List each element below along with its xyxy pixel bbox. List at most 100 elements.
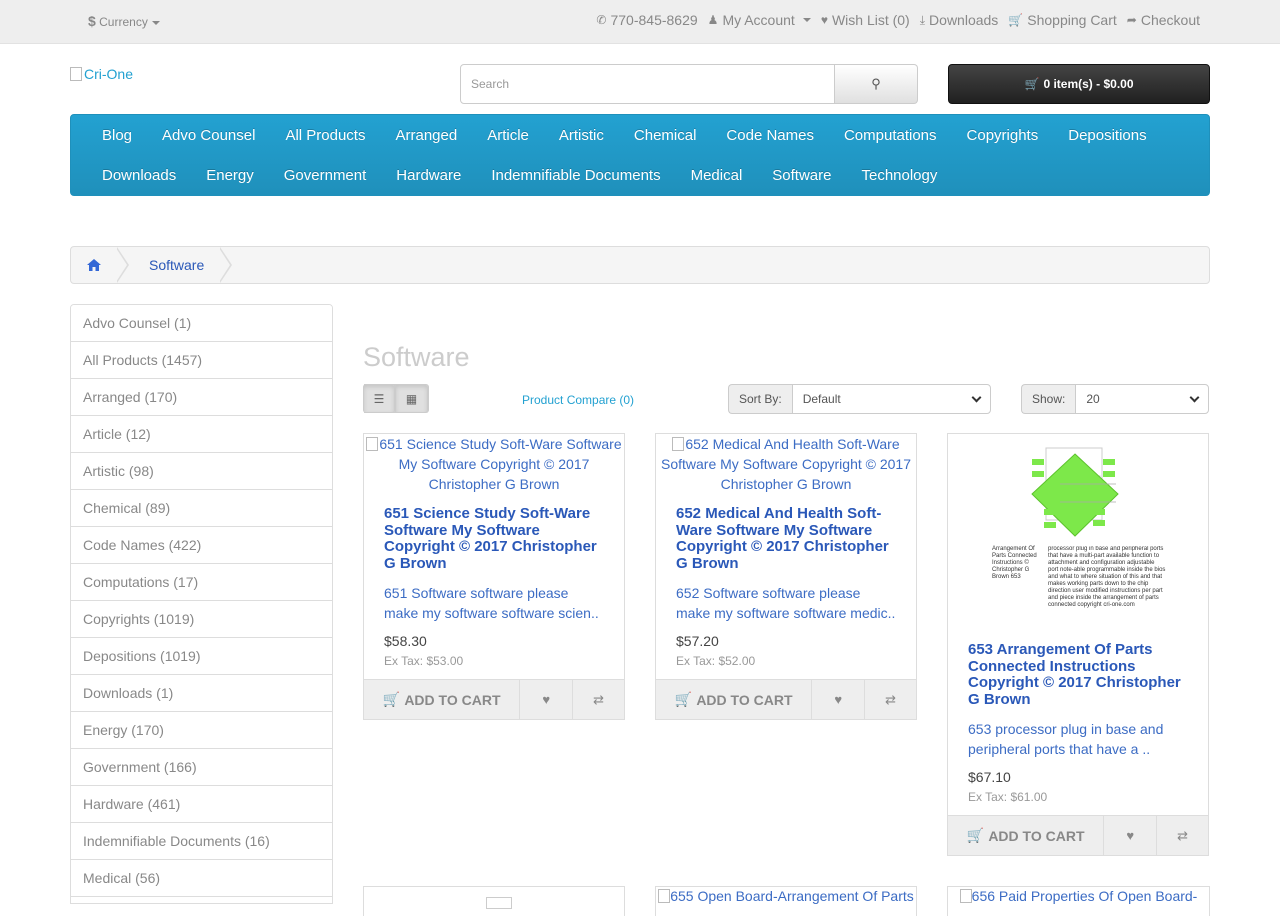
menu-item-government[interactable]: Government	[269, 167, 382, 184]
list-view-button[interactable]: ☰	[363, 384, 396, 413]
search-bar: ⚲	[460, 64, 918, 104]
menu-item-hardware[interactable]: Hardware	[381, 167, 476, 184]
product-caption: 652 Medical And Health Soft-Ware Softwar…	[656, 498, 916, 668]
product-actions: 🛒 ADD TO CART ♥ ⇄	[364, 679, 624, 719]
product-image[interactable]: 651 Science Study Soft-Ware Software My …	[364, 434, 624, 498]
add-to-cart-label: ADD TO CART	[988, 827, 1085, 844]
grid-view-button[interactable]: ▦	[396, 384, 429, 413]
menu-row-2: Downloads Energy Government Hardware Ind…	[87, 155, 1193, 195]
menu-item-copyrights[interactable]: Copyrights	[952, 127, 1054, 144]
home-link[interactable]	[71, 247, 117, 283]
sidebar-item-all-products[interactable]: All Products (1457)	[71, 342, 332, 379]
wishlist-button[interactable]: ♥	[1104, 816, 1156, 855]
product-image[interactable]: 656 Paid Properties Of Open Board-	[948, 887, 1209, 905]
sidebar-item-downloads[interactable]: Downloads (1)	[71, 675, 332, 712]
cart-icon: 🛒	[674, 691, 693, 707]
compare-button[interactable]: ⇄	[864, 680, 916, 719]
product-name[interactable]: 651 Science Study Soft-Ware Software My …	[384, 505, 604, 572]
product-card: 656 Paid Properties Of Open Board-	[947, 886, 1210, 916]
product-card: Arrangement Of Parts Connected Instructi…	[947, 433, 1209, 856]
checkout-link[interactable]: ➦ Checkout	[1127, 12, 1200, 28]
menu-item-downloads[interactable]: Downloads	[87, 167, 191, 184]
phone-icon: ✆	[596, 13, 607, 27]
compare-button[interactable]: ⇄	[572, 680, 624, 719]
product-caption: 653 Arrangement Of Parts Connected Instr…	[948, 634, 1208, 804]
breadcrumb-separator	[116, 247, 129, 283]
menu-item-depositions[interactable]: Depositions	[1053, 127, 1161, 144]
cart-icon: 🛒	[1008, 13, 1024, 27]
compare-button[interactable]: ⇄	[1156, 816, 1208, 855]
downloads-link[interactable]: ⤓ Downloads	[920, 12, 999, 28]
list-icon: ☰	[364, 384, 395, 413]
menu-item-technology[interactable]: Technology	[846, 167, 952, 184]
product-image[interactable]: 655 Open Board-Arrangement Of Parts	[656, 887, 916, 905]
chevron-down-icon	[1189, 392, 1200, 402]
sidebar-item-copyrights[interactable]: Copyrights (1019)	[71, 601, 332, 638]
add-to-cart-button[interactable]: 🛒 ADD TO CART	[948, 816, 1105, 855]
header: Cri-One ⚲ 🛒 0 item(s) - $0.00	[0, 44, 1280, 114]
product-compare-link[interactable]: Product Compare (0)	[522, 393, 634, 407]
chevron-down-icon	[971, 392, 982, 402]
grid-icon: ▦	[396, 384, 428, 413]
currency-dropdown[interactable]: $ Currency	[88, 13, 160, 29]
wish-list-link[interactable]: ♥ Wish List (0)	[821, 12, 910, 28]
my-account-dropdown[interactable]: ♟ My Account	[708, 12, 811, 28]
logo[interactable]: Cri-One	[70, 66, 133, 82]
product-name[interactable]: 653 Arrangement Of Parts Connected Instr…	[968, 641, 1188, 708]
menu-item-blog[interactable]: Blog	[87, 127, 147, 144]
menu-item-indemnifiable-documents[interactable]: Indemnifiable Documents	[476, 167, 675, 184]
product-image[interactable]	[486, 897, 512, 909]
show-select[interactable]: 20	[1075, 384, 1210, 414]
sidebar-item-indemnifiable-documents[interactable]: Indemnifiable Documents (16)	[71, 823, 332, 860]
add-to-cart-button[interactable]: 🛒 ADD TO CART	[656, 680, 813, 719]
cart-button-label: 0 item(s) - $0.00	[1043, 77, 1134, 91]
menu-item-advo-counsel[interactable]: Advo Counsel	[147, 127, 270, 144]
sidebar-item-medical[interactable]: Medical (56)	[71, 860, 332, 897]
menu-item-computations[interactable]: Computations	[829, 127, 952, 144]
sidebar-item-computations[interactable]: Computations (17)	[71, 564, 332, 601]
menu-item-medical[interactable]: Medical	[676, 167, 758, 184]
product-image[interactable]: 652 Medical And Health Soft-Ware Softwar…	[656, 434, 916, 498]
heart-icon: ♥	[820, 13, 828, 27]
shopping-cart-link[interactable]: 🛒 Shopping Cart	[1008, 12, 1116, 28]
sidebar-item-depositions[interactable]: Depositions (1019)	[71, 638, 332, 675]
phone-link[interactable]: ✆ 770-845-8629	[596, 12, 697, 28]
product-image-alt: 651 Science Study Soft-Ware Software My …	[379, 436, 622, 492]
menu-item-energy[interactable]: Energy	[191, 167, 269, 184]
menu-item-article[interactable]: Article	[472, 127, 544, 144]
product-card	[363, 886, 625, 916]
sidebar-item-chemical[interactable]: Chemical (89)	[71, 490, 332, 527]
breadcrumb-software[interactable]: Software	[129, 257, 220, 273]
product-actions: 🛒 ADD TO CART ♥ ⇄	[656, 679, 916, 719]
search-button[interactable]: ⚲	[835, 64, 918, 104]
menu-item-code-names[interactable]: Code Names	[711, 127, 829, 144]
product-description: 651 Software software please make my sof…	[384, 585, 599, 621]
menu-item-all-products[interactable]: All Products	[270, 127, 380, 144]
sidebar-item-hardware[interactable]: Hardware (461)	[71, 786, 332, 823]
sort-label: Sort By:	[728, 384, 792, 414]
product-image-alt: 652 Medical And Health Soft-Ware Softwar…	[661, 436, 911, 492]
sidebar-item-government[interactable]: Government (166)	[71, 749, 332, 786]
product-price: $67.10	[968, 769, 1011, 785]
menu-item-chemical[interactable]: Chemical	[619, 127, 712, 144]
sidebar-item-arranged[interactable]: Arranged (170)	[71, 379, 332, 416]
add-to-cart-button[interactable]: 🛒 ADD TO CART	[364, 680, 521, 719]
sidebar-item-article[interactable]: Article (12)	[71, 416, 332, 453]
wishlist-button[interactable]: ♥	[812, 680, 864, 719]
menu-item-artistic[interactable]: Artistic	[544, 127, 619, 144]
wishlist-button[interactable]: ♥	[520, 680, 572, 719]
sidebar-item-artistic[interactable]: Artistic (98)	[71, 453, 332, 490]
share-icon: ➦	[1126, 13, 1137, 27]
sidebar-item-code-names[interactable]: Code Names (422)	[71, 527, 332, 564]
sidebar-item-energy[interactable]: Energy (170)	[71, 712, 332, 749]
search-input[interactable]	[460, 64, 835, 104]
menu-item-software[interactable]: Software	[757, 167, 846, 184]
product-name[interactable]: 652 Medical And Health Soft-Ware Softwar…	[676, 505, 896, 572]
cart-button[interactable]: 🛒 0 item(s) - $0.00	[948, 64, 1210, 104]
breadcrumb-separator	[219, 247, 233, 283]
sort-select[interactable]: Default	[791, 384, 991, 414]
cart-icon: 🛒	[1024, 77, 1040, 91]
sidebar-item-advo-counsel[interactable]: Advo Counsel (1)	[71, 305, 332, 342]
product-image[interactable]: Arrangement Of Parts Connected Instructi…	[948, 434, 1208, 634]
menu-item-arranged[interactable]: Arranged	[380, 127, 472, 144]
